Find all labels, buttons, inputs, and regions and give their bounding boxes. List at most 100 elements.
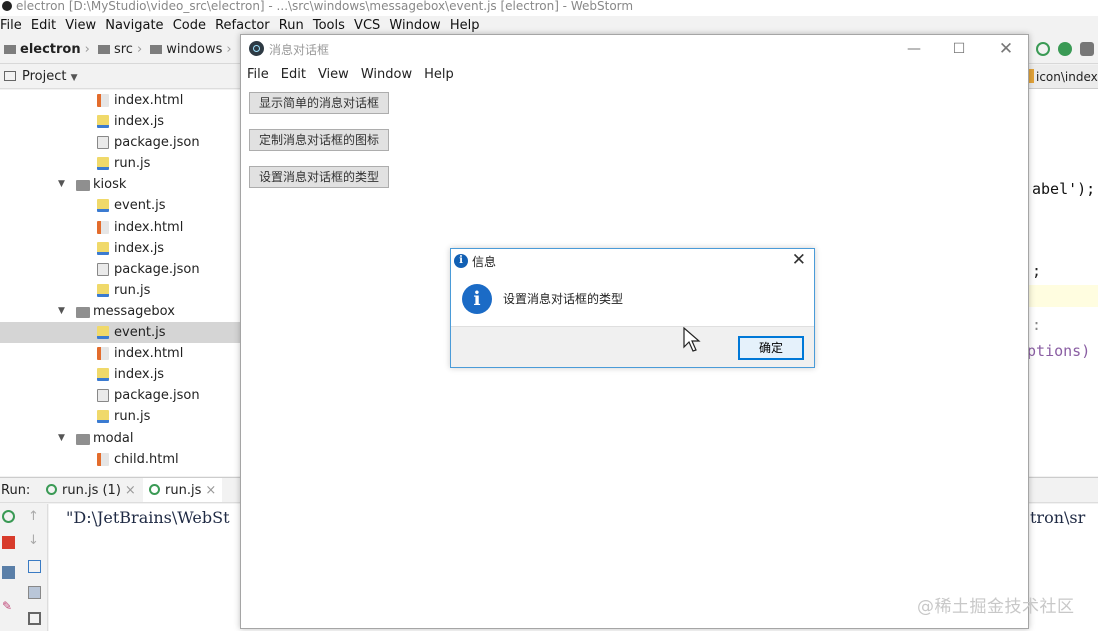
json-file-icon	[97, 136, 109, 150]
folder-icon	[76, 433, 90, 445]
message-box-dialog: i 信息 ✕ i 设置消息对话框的类型 确定	[450, 248, 815, 368]
arrow-down-icon[interactable]: ↓	[28, 534, 41, 547]
wrap-icon[interactable]	[28, 560, 41, 573]
close-icon[interactable]: ×	[205, 483, 216, 498]
tree-item[interactable]: package.json	[0, 132, 240, 153]
app-menu-help[interactable]: Help	[418, 63, 460, 87]
breadcrumb-separator-icon: ›	[84, 42, 90, 57]
dialog-close-button[interactable]: ✕	[792, 250, 806, 270]
tree-item[interactable]: run.js	[0, 280, 240, 301]
nodejs-icon	[149, 484, 160, 495]
app-menu-edit[interactable]: Edit	[275, 63, 312, 87]
app-menu-bar: File Edit View Window Help	[241, 63, 1028, 87]
ide-menu-refactor[interactable]: Refactor	[215, 16, 275, 33]
scroll-end-icon[interactable]	[28, 586, 41, 599]
tree-item[interactable]: package.json	[0, 385, 240, 406]
print-icon[interactable]	[28, 612, 41, 625]
project-panel-header[interactable]: Project ▼	[0, 65, 240, 89]
ide-menu-edit[interactable]: Edit	[31, 16, 61, 33]
webstorm-logo-icon	[2, 1, 12, 11]
set-type-messagebox-button[interactable]: 设置消息对话框的类型	[249, 166, 390, 188]
coverage-icon[interactable]	[1080, 42, 1094, 56]
ok-button[interactable]: 确定	[738, 336, 804, 360]
chevron-down-icon[interactable]: ▼	[58, 174, 65, 195]
breadcrumb-item-windows[interactable]: windows	[146, 36, 226, 63]
maximize-button[interactable]: ☐	[936, 37, 982, 61]
layout-icon[interactable]	[2, 566, 15, 579]
dialog-message: 设置消息对话框的类型	[503, 292, 624, 306]
dialog-body: i 设置消息对话框的类型	[451, 274, 814, 326]
electron-app-icon	[249, 41, 264, 56]
chevron-down-icon: ▼	[70, 73, 78, 83]
tree-item[interactable]: index.js	[0, 238, 240, 259]
tree-item[interactable]: index.html	[0, 90, 240, 111]
ide-menu-code[interactable]: Code	[173, 16, 211, 33]
tree-item[interactable]: run.js	[0, 406, 240, 427]
show-simple-messagebox-button[interactable]: 显示简单的消息对话框	[249, 92, 390, 114]
ide-toolbar-right	[1036, 42, 1094, 56]
custom-icon-messagebox-button[interactable]: 定制消息对话框的图标	[249, 129, 390, 151]
ide-menu-help[interactable]: Help	[450, 16, 485, 33]
html-file-icon	[97, 347, 109, 361]
ide-menu-navigate[interactable]: Navigate	[105, 16, 168, 33]
minimize-button[interactable]: —	[891, 37, 937, 61]
breadcrumb-separator-icon: ›	[226, 42, 232, 57]
folder-icon	[150, 45, 163, 54]
mouse-cursor-icon	[683, 327, 701, 352]
tree-item[interactable]: index.js	[0, 364, 240, 385]
close-icon[interactable]: ×	[125, 483, 136, 498]
chevron-down-icon[interactable]: ▼	[58, 428, 65, 449]
ide-menu-window[interactable]: Window	[389, 16, 445, 33]
rerun-icon[interactable]	[1036, 42, 1050, 56]
tree-item-selected[interactable]: event.js	[0, 322, 240, 344]
ide-menu-tools[interactable]: Tools	[313, 16, 350, 33]
rerun-icon[interactable]	[2, 510, 15, 523]
html-file-icon	[97, 452, 109, 466]
tree-folder[interactable]: ▼ messagebox	[0, 301, 240, 322]
js-file-icon	[97, 241, 109, 255]
tree-item[interactable]: index.html	[0, 343, 240, 364]
ide-window-title: electron [D:\MyStudio\video_src\electron…	[16, 0, 634, 13]
breadcrumb-item-electron[interactable]: electron	[0, 36, 85, 63]
stop-icon[interactable]	[2, 536, 15, 549]
chevron-down-icon[interactable]: ▼	[58, 301, 65, 322]
app-menu-window[interactable]: Window	[355, 63, 418, 87]
code-line: :	[1032, 316, 1042, 334]
tree-item[interactable]: package.json	[0, 259, 240, 280]
breadcrumb-item-src[interactable]: src	[94, 36, 137, 63]
app-menu-view[interactable]: View	[312, 63, 355, 87]
ide-menu-vcs[interactable]: VCS	[354, 16, 385, 33]
tree-item[interactable]: run.js	[0, 153, 240, 174]
breadcrumb-separator-icon: ›	[136, 42, 143, 57]
app-title-bar[interactable]: 消息对话框 — ☐ ✕	[241, 35, 1028, 63]
arrow-up-icon[interactable]: ↑	[28, 510, 41, 523]
tree-item[interactable]: index.js	[0, 111, 240, 132]
info-icon: i	[462, 284, 492, 314]
dialog-title: 信息	[472, 255, 497, 269]
tree-item[interactable]: event.js	[0, 195, 240, 216]
tree-folder[interactable]: ▼ kiosk	[0, 174, 240, 195]
debug-icon[interactable]	[1058, 42, 1072, 56]
ide-menu-view[interactable]: View	[65, 16, 101, 33]
tree-folder[interactable]: ▼ modal	[0, 428, 240, 449]
close-button[interactable]: ✕	[983, 37, 1029, 61]
tree-item[interactable]: child.html	[0, 449, 240, 470]
folder-icon	[97, 45, 110, 54]
tree-item[interactable]: index.html	[0, 217, 240, 238]
ide-menu-run[interactable]: Run	[279, 16, 309, 33]
js-file-icon	[97, 410, 109, 424]
js-file-icon	[97, 283, 109, 297]
run-tab-2[interactable]: run.js ×	[143, 478, 223, 502]
run-label: Run:	[1, 483, 31, 498]
ide-menu-file[interactable]: File	[0, 16, 27, 33]
js-file-icon	[97, 326, 109, 340]
editor-tab[interactable]: icon\index.	[1028, 65, 1098, 89]
dialog-title-bar[interactable]: i 信息 ✕	[451, 249, 814, 274]
project-label: Project	[22, 69, 67, 84]
console-output-line-tail: tron\sr	[1030, 508, 1086, 527]
run-tab-1[interactable]: run.js (1) ×	[40, 478, 142, 502]
pin-icon[interactable]: ✎	[2, 600, 15, 613]
info-icon: i	[454, 254, 468, 268]
js-file-icon	[97, 199, 109, 213]
app-menu-file[interactable]: File	[241, 63, 275, 87]
